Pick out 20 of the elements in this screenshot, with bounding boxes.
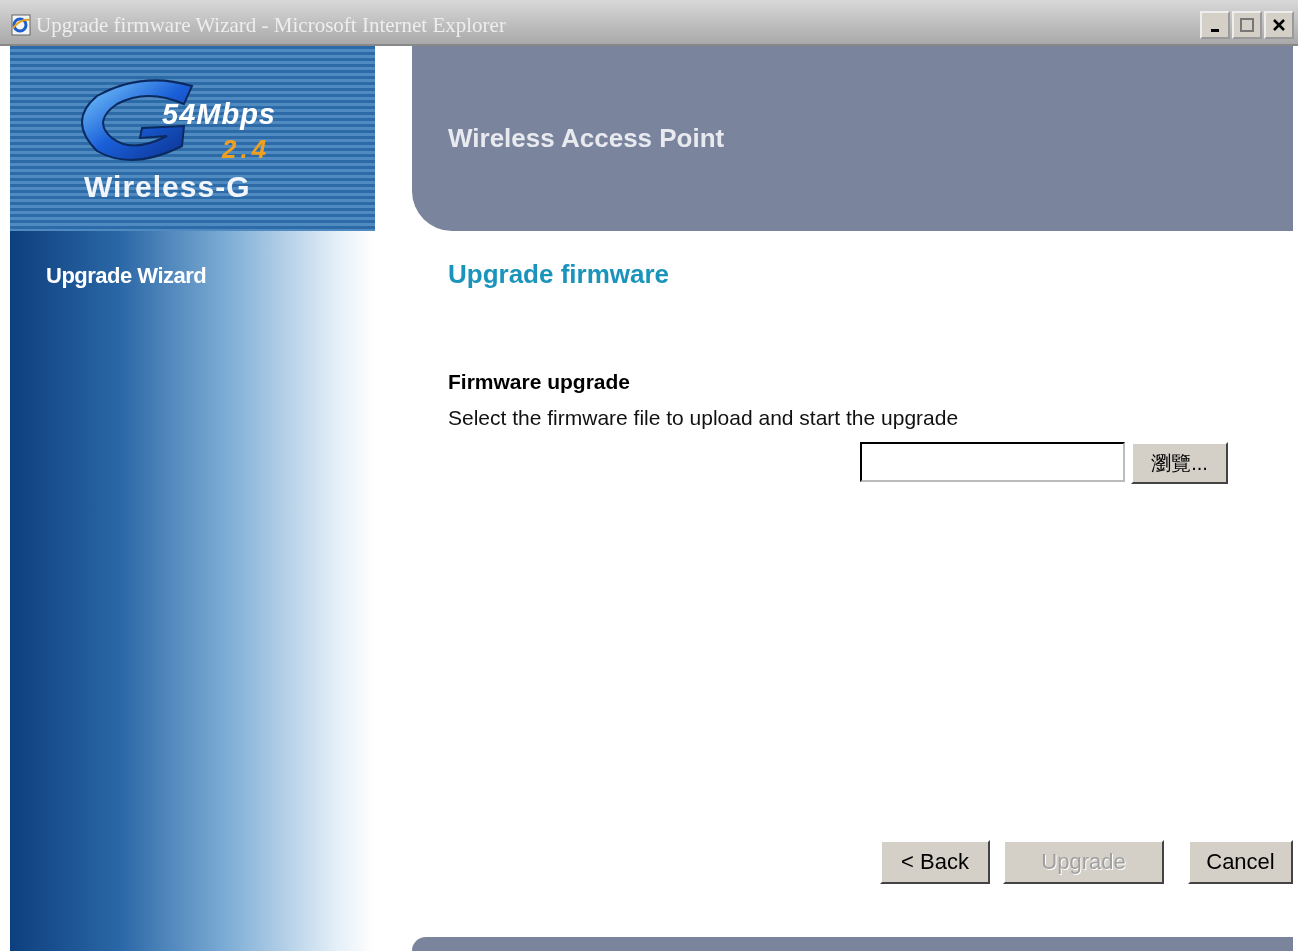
browser-icon xyxy=(10,14,32,36)
sidebar-title: Upgrade Wizard xyxy=(46,263,207,289)
close-button[interactable] xyxy=(1264,11,1294,39)
maximize-icon xyxy=(1240,18,1254,32)
header-title: Wireless Access Point xyxy=(448,123,725,154)
minimize-icon xyxy=(1211,28,1219,32)
logo-band-text: 2.4 xyxy=(222,134,271,165)
maximize-button[interactable] xyxy=(1232,11,1262,39)
page-heading: Upgrade firmware xyxy=(448,259,670,290)
description-text: Select the firmware file to upload and start the upgrade xyxy=(448,406,959,430)
wizard-button[interactable]: < Back xyxy=(880,840,990,884)
window-title: Upgrade firmware Wizard - Microsoft Internet Explorer xyxy=(36,12,507,38)
wizard-button[interactable]: Cancel xyxy=(1188,840,1293,884)
logo-speed-text: 54Mbps xyxy=(162,98,276,131)
file-path-field[interactable] xyxy=(860,442,1125,482)
minimize-button[interactable] xyxy=(1200,11,1230,39)
logo-brand-text: Wireless-G xyxy=(84,170,251,204)
section-title: Firmware upgrade xyxy=(448,370,631,394)
browse-button[interactable]: 瀏覽... xyxy=(1131,442,1228,484)
close-icon xyxy=(1272,18,1286,32)
